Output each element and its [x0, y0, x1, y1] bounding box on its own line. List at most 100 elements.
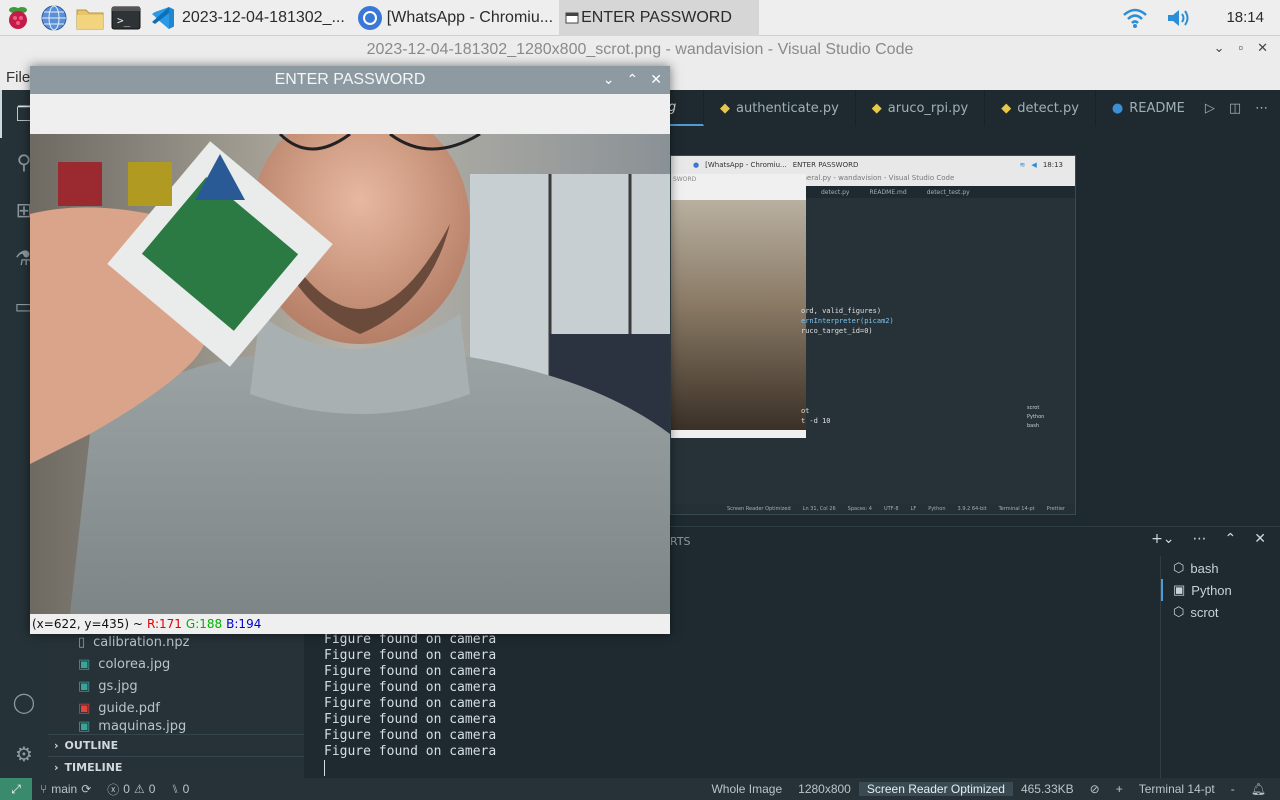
taskbar-app-label: 2023-12-04-181302_...: [182, 8, 345, 26]
vscode-icon: [150, 5, 176, 31]
menu-file[interactable]: File: [6, 69, 30, 86]
problems-status[interactable]: ⓧ 0 ⚠ 0: [99, 781, 163, 798]
file-item[interactable]: ▣ colorea.jpg: [78, 654, 189, 676]
pdf-file-icon: ▣: [78, 701, 91, 716]
raspberry-pi-menu-icon[interactable]: [0, 0, 36, 36]
more-actions-icon[interactable]: ⋯: [1255, 101, 1268, 116]
wifi-icon[interactable]: [1122, 7, 1148, 29]
python-icon: ◆: [871, 100, 882, 116]
file-item[interactable]: ▣ maquinas.jpg: [78, 720, 189, 734]
settings-gear-icon[interactable]: ⚙: [0, 730, 48, 778]
enter-password-window: ENTER PASSWORD ⌄ ⌃ ✕ (x=622, y=435) ~ R:…: [30, 66, 670, 634]
file-name: colorea.jpg: [98, 657, 171, 672]
nested-term-item: Python: [1027, 414, 1045, 420]
file-item[interactable]: ▣ gs.jpg: [78, 676, 189, 698]
taskbar-app-vscode[interactable]: 2023-12-04-181302_...: [144, 0, 351, 36]
nested-status-item: UTF-8: [883, 506, 899, 512]
terminal-cursor: [324, 760, 325, 776]
close-icon[interactable]: ✕: [650, 71, 662, 88]
tab-aruco-rpi[interactable]: ◆ aruco_rpi.py: [856, 90, 986, 126]
detected-yellow-square: [128, 162, 172, 206]
terminal-item-bash[interactable]: ⬡ bash: [1161, 557, 1280, 579]
nested-taskbar: ● [WhatsApp - Chromiu... ENTER PASSWORD …: [671, 156, 1075, 174]
tab-readme[interactable]: ● README: [1096, 90, 1201, 126]
terminal-item-scrot[interactable]: ⬡ scrot: [1161, 601, 1280, 623]
run-icon[interactable]: ▷: [1205, 101, 1215, 116]
branch-icon: ⑂: [40, 782, 48, 796]
chevron-right-icon: ›: [54, 761, 59, 774]
nested-term-line: ot: [801, 407, 810, 415]
pixel-blue-value: B:194: [226, 617, 262, 631]
clock[interactable]: 18:14: [1226, 9, 1264, 26]
accessibility-icon[interactable]: ⊘: [1082, 782, 1108, 796]
shell-icon: ⬡: [1173, 604, 1185, 619]
maximize-panel-icon[interactable]: ⌃: [1225, 531, 1237, 547]
account-icon[interactable]: ◯: [0, 678, 48, 726]
more-actions-icon[interactable]: ⋯: [1193, 531, 1207, 547]
branch-status[interactable]: ⑂ main ⟳: [32, 782, 99, 796]
tab-authenticate[interactable]: ◆ authenticate.py: [704, 90, 856, 126]
nested-taskbar-app: [WhatsApp - Chromiu...: [705, 161, 787, 169]
ports-count: 0: [182, 782, 190, 796]
ports-icon: ⑊: [171, 782, 179, 796]
timeline-section-header[interactable]: › TIMELINE: [48, 756, 304, 778]
nested-tab: README.md: [869, 188, 907, 196]
chevron-down-icon[interactable]: ⌄: [1214, 40, 1225, 56]
pixel-red-value: R:171: [146, 617, 182, 631]
taskbar-app-chromium[interactable]: [WhatsApp - Chromiu...: [351, 0, 559, 36]
terminal-icon[interactable]: >_: [108, 0, 144, 36]
terminal-line: Figure found on camera: [324, 696, 497, 711]
new-terminal-icon[interactable]: +⌄: [1151, 531, 1174, 547]
vscode-titlebar: 2023-12-04-181302_1280x800_scrot.png - w…: [0, 36, 1280, 64]
file-item[interactable]: ▯ calibration.npz: [78, 632, 189, 654]
panel-tab-ports[interactable]: RTS: [670, 535, 691, 548]
system-taskbar: >_ 2023-12-04-181302_... [WhatsApp - Chr…: [0, 0, 1280, 36]
nested-tab: detect_test.py: [926, 188, 970, 196]
terminal-font-status[interactable]: Terminal 14-pt: [1131, 782, 1223, 796]
ports-status[interactable]: ⑊ 0: [163, 782, 197, 796]
python-icon: ◆: [1001, 100, 1012, 116]
terminal-item-python[interactable]: ▣ Python: [1161, 579, 1280, 601]
cv-window-titlebar[interactable]: ENTER PASSWORD ⌄ ⌃ ✕: [30, 66, 670, 94]
nested-code-line: ruco_target_id=0): [801, 327, 873, 335]
web-browser-icon[interactable]: [36, 0, 72, 36]
nested-statusbar: Screen Reader Optimized Ln 31, Col 26 Sp…: [671, 504, 1075, 514]
close-icon[interactable]: ✕: [1257, 40, 1268, 56]
file-item[interactable]: ▣ guide.pdf: [78, 698, 189, 720]
whole-image-status[interactable]: Whole Image: [703, 782, 790, 796]
terminal-icon: ▣: [1173, 582, 1186, 597]
minimize-icon[interactable]: ⌄: [603, 71, 615, 88]
file-icon: ▯: [78, 635, 86, 650]
notifications-bell-icon[interactable]: 🔔︎: [1243, 782, 1280, 796]
volume-icon[interactable]: [1166, 7, 1194, 29]
python-icon: ◆: [720, 100, 730, 116]
new-terminal-status[interactable]: +: [1108, 782, 1131, 796]
maximize-icon[interactable]: ▫: [1238, 40, 1243, 56]
split-editor-icon[interactable]: ◫: [1229, 101, 1241, 116]
image-file-icon: ▣: [78, 679, 91, 694]
nested-tab: detect.py: [821, 188, 850, 196]
pixel-green-value: G:188: [185, 617, 223, 631]
outline-section-header[interactable]: › OUTLINE: [48, 734, 304, 756]
close-panel-icon[interactable]: ✕: [1254, 531, 1266, 547]
file-manager-icon[interactable]: [72, 0, 108, 36]
chevron-right-icon: ›: [54, 739, 59, 752]
camera-frame[interactable]: [30, 134, 670, 614]
taskbar-app-enter-password[interactable]: ENTER PASSWORD: [559, 0, 760, 36]
terminal-line: Figure found on camera: [324, 728, 497, 743]
outline-label: OUTLINE: [64, 739, 119, 752]
screen-reader-status[interactable]: Screen Reader Optimized: [858, 782, 1013, 796]
terminal-list: ⬡ bash ▣ Python ⬡ scrot: [1160, 556, 1280, 778]
timeline-label: TIMELINE: [64, 761, 123, 774]
tab-detect[interactable]: ◆ detect.py: [985, 90, 1096, 126]
terminal-line: Figure found on camera: [324, 712, 497, 727]
remote-icon[interactable]: ⤢: [0, 778, 32, 800]
chromium-icon: [357, 5, 383, 31]
svg-text:>_: >_: [117, 14, 131, 27]
nested-term-line: t -d 10: [801, 417, 831, 425]
file-list: ▯ calibration.npz ▣ colorea.jpg ▣ gs.jpg…: [78, 632, 189, 734]
sync-icon: ⟳: [81, 782, 92, 796]
maximize-icon[interactable]: ⌃: [627, 71, 639, 88]
warning-icon: ⚠: [133, 782, 145, 796]
file-size-status: 465.33KB: [1020, 782, 1074, 796]
